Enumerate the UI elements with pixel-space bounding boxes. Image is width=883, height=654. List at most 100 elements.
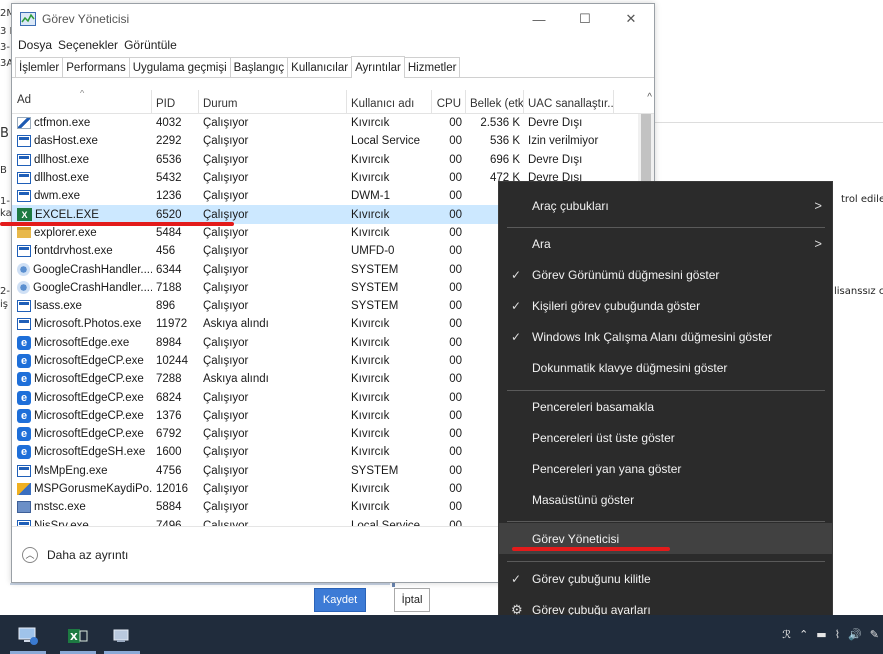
menu-item-ink-workspace[interactable]: ✓ Windows Ink Çalışma Alanı düğmesini gö… <box>499 321 832 352</box>
scroll-up-icon[interactable]: ^ <box>647 92 652 103</box>
close-icon[interactable]: ✕ <box>608 4 654 34</box>
menu-file[interactable]: Dosya <box>18 38 52 52</box>
menu-item-search[interactable]: Ara > <box>499 228 832 259</box>
tab-app-history[interactable]: Uygulama geçmişi <box>128 57 231 77</box>
process-memory: 696 K <box>489 153 520 166</box>
menu-view[interactable]: Görüntüle <box>124 38 177 52</box>
process-status: Çalışıyor <box>203 464 249 477</box>
save-button[interactable]: Kaydet <box>314 588 366 612</box>
process-pid: 2292 <box>156 135 182 148</box>
process-cpu: 00 <box>449 446 462 459</box>
process-cpu: 00 <box>449 226 462 239</box>
process-name-cell: e MicrosoftEdgeCP.exe <box>12 427 152 442</box>
wifi-icon[interactable]: ⌇ <box>835 628 840 641</box>
table-row[interactable]: dllhost.exe 6536 Çalışıyor Kıvırcık 00 696 K D… <box>12 151 654 169</box>
process-edge-icon: e <box>17 354 31 368</box>
window-controls: — ☐ ✕ <box>516 4 654 34</box>
chevron-up-icon[interactable]: ︿ <box>22 546 38 563</box>
menu-item-toolbars[interactable]: Araç çubukları > <box>499 190 832 221</box>
process-user: Kıvırcık <box>351 409 390 422</box>
tab-details[interactable]: Ayrıntılar <box>351 56 405 78</box>
chevron-up-icon[interactable]: ⌃ <box>799 628 808 641</box>
check-icon: ✓ <box>511 298 522 313</box>
process-status: Çalışıyor <box>203 501 249 514</box>
process-user: Kıvırcık <box>351 373 390 386</box>
excel-icon: X <box>68 629 88 643</box>
tab-startup[interactable]: Başlangıç <box>229 57 289 77</box>
menu-item-label: Masaüstünü göster <box>532 492 635 507</box>
process-user: Kıvırcık <box>351 117 390 130</box>
process-status: Çalışıyor <box>203 226 249 239</box>
menu-item-label: Dokunmatik klavye düğmesini göster <box>532 360 728 375</box>
column-memory[interactable]: Bellek (etki... <box>466 90 524 113</box>
check-icon: ✓ <box>511 329 522 344</box>
process-memory: 536 K <box>489 135 520 148</box>
process-status: Çalışıyor <box>203 336 249 349</box>
taskbar-item-network[interactable] <box>100 618 144 654</box>
process-name-cell: fontdrvhost.exe <box>12 245 152 258</box>
menu-item-task-view[interactable]: ✓ Görev Görünümü düğmesini göster <box>499 259 832 290</box>
menu-separator <box>507 521 825 522</box>
pen-icon[interactable]: ✎ <box>870 628 879 641</box>
column-status[interactable]: Durum <box>199 90 347 113</box>
process-pid: 5884 <box>156 501 182 514</box>
menu-item-side-by-side[interactable]: Pencereleri yan yana göster <box>499 453 832 484</box>
menu-item-people[interactable]: ✓ Kişileri görev çubuğunda göster <box>499 290 832 321</box>
process-win-icon <box>17 318 31 331</box>
menu-item-show-desktop[interactable]: Masaüstünü göster <box>499 484 832 515</box>
process-user: SYSTEM <box>351 300 399 313</box>
tab-performance[interactable]: Performans <box>62 57 130 77</box>
process-name: MicrosoftEdgeCP.exe <box>34 355 144 367</box>
column-uac[interactable]: UAC sanallaştır... <box>524 90 614 113</box>
process-pid: 6520 <box>156 208 182 221</box>
bg-separator <box>655 122 883 123</box>
taskbar-item-remote-desktop[interactable] <box>6 618 50 654</box>
minimize-icon[interactable]: — <box>516 4 562 34</box>
column-pid[interactable]: PID <box>152 90 199 113</box>
menu-item-lock-taskbar[interactable]: ✓ Görev çubuğunu kilitle <box>499 563 832 594</box>
process-cpu: 00 <box>449 483 462 496</box>
bg-snippet-1: 1- <box>0 196 10 207</box>
tab-processes[interactable]: İşlemler <box>15 57 64 77</box>
process-name-cell: dllhost.exe <box>12 172 152 185</box>
process-win-icon <box>17 172 31 185</box>
column-user[interactable]: Kullanıcı adı <box>347 90 432 113</box>
table-row[interactable]: dasHost.exe 2292 Çalışıyor Local Service 00 5… <box>12 132 654 150</box>
fewer-details-link[interactable]: Daha az ayrıntı <box>47 548 128 562</box>
process-name: fontdrvhost.exe <box>34 245 113 258</box>
process-user: SYSTEM <box>351 263 399 276</box>
process-user: Kıvırcık <box>351 226 390 239</box>
menu-item-stacked[interactable]: Pencereleri üst üste göster <box>499 422 832 453</box>
maximize-icon[interactable]: ☐ <box>562 4 608 34</box>
column-cpu[interactable]: CPU <box>432 90 466 113</box>
process-name: EXCEL.EXE <box>35 208 99 221</box>
process-status: Çalışıyor <box>203 281 249 294</box>
process-user: Kıvırcık <box>351 172 390 185</box>
volume-icon[interactable]: 🔊 <box>848 628 862 641</box>
table-row[interactable]: ctfmon.exe 4032 Çalışıyor Kıvırcık 00 2.536 K… <box>12 114 654 132</box>
process-pid: 8984 <box>156 336 182 349</box>
menu-item-label: Ara <box>532 236 551 251</box>
bg-heading-b: B <box>0 126 9 141</box>
process-name-cell: e MicrosoftEdgeCP.exe <box>12 354 152 368</box>
process-user: Local Service <box>351 135 421 148</box>
battery-icon[interactable]: ▬ <box>816 628 826 641</box>
cancel-button[interactable]: İptal <box>394 588 430 612</box>
taskbar-item-excel[interactable]: X <box>56 618 100 654</box>
process-status: Çalışıyor <box>203 117 249 130</box>
sort-caret-icon: ^ <box>80 90 85 98</box>
process-pid: 6824 <box>156 391 182 404</box>
menu-options[interactable]: Seçenekler <box>58 38 118 52</box>
menu-item-touch-keyboard[interactable]: Dokunmatik klavye düğmesini göster <box>499 352 832 383</box>
process-name-cell: dllhost.exe <box>12 153 152 166</box>
process-user: DWM-1 <box>351 190 390 203</box>
check-icon: ✓ <box>511 571 522 586</box>
process-name-cell: GoogleCrashHandler.... <box>12 281 152 295</box>
menu-item-cascade[interactable]: Pencereleri basamakla <box>499 391 832 422</box>
people-icon[interactable]: ℛ <box>782 628 791 641</box>
bg-letter-b2: B <box>0 165 7 176</box>
process-pen-icon <box>17 117 31 130</box>
process-user: UMFD-0 <box>351 245 395 258</box>
tab-users[interactable]: Kullanıcılar <box>287 57 353 77</box>
tab-services[interactable]: Hizmetler <box>403 57 461 77</box>
